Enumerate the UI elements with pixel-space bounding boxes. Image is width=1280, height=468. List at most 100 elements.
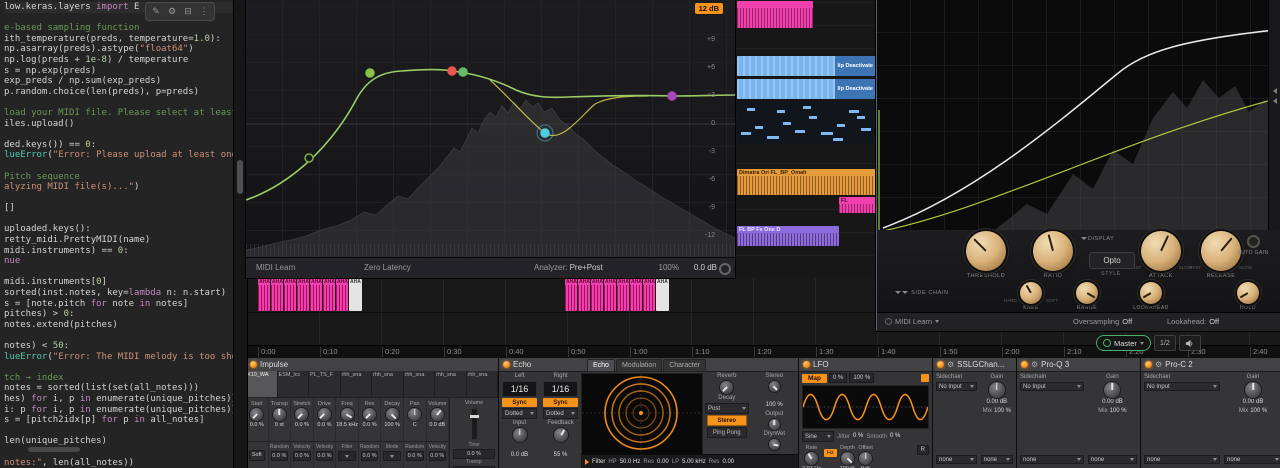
mix-value[interactable]: 100 % (1250, 408, 1267, 415)
eq-band-dot[interactable] (668, 92, 676, 100)
echo-visualization[interactable] (581, 373, 703, 455)
eq-display[interactable]: 12 dB +9+6+30-3-6-9-12 (246, 0, 735, 258)
feedback-knob[interactable] (554, 428, 568, 442)
compressor-knob-ratio[interactable]: RATIO (1031, 231, 1075, 279)
plugin-edit-icon[interactable]: ⚙ (947, 361, 954, 369)
device-title-bar[interactable]: ⚙SSLGChan... (933, 358, 1016, 372)
impulse-slot[interactable]: rhh_sna (372, 371, 404, 397)
param-slot-select[interactable]: none (1224, 455, 1280, 464)
stereo-knob[interactable] (769, 381, 780, 392)
compressor-knob-attack[interactable]: ATTACKFASTSLOW (1139, 231, 1183, 279)
knob[interactable] (1076, 282, 1098, 304)
audio-clip[interactable]: AHA (604, 279, 616, 311)
oversampling-control[interactable]: Oversampling Off (1073, 317, 1132, 326)
impulse-sub-cell[interactable]: Mode (381, 442, 404, 468)
impulse-slot[interactable]: ESM_lcc (278, 371, 310, 397)
right-sync-button[interactable]: Sync (543, 398, 578, 407)
display-section-header[interactable]: DISPLAY (1081, 236, 1114, 242)
impulse-sub-cell[interactable]: Soft (246, 442, 269, 468)
compressor-knob-hold[interactable]: HOLD (1230, 282, 1266, 311)
compressor-knob-threshold[interactable]: THRESHOLD (964, 231, 1008, 279)
audio-clip[interactable]: AHA (656, 279, 669, 311)
midi-learn-button[interactable]: MIDI Learn (885, 317, 939, 326)
map-button[interactable]: Map (802, 374, 827, 383)
device-power-icon[interactable] (503, 361, 510, 368)
eq-band-dot[interactable] (448, 67, 456, 75)
device-power-icon[interactable] (803, 361, 810, 368)
compressor-knob-knee[interactable]: KNEEHARDSOFT (1013, 282, 1049, 311)
audio-clip[interactable]: AHA (323, 279, 335, 311)
impulse-sub-cell[interactable]: Random0.0 % (269, 442, 292, 468)
device-title-bar[interactable]: Impulse (246, 358, 498, 372)
sub-select[interactable] (338, 451, 356, 461)
impulse-param-start[interactable]: Start0.0 % (246, 398, 269, 441)
impulse-sub-cell[interactable]: Velocity0.0 % (427, 442, 450, 468)
param-slot-select[interactable]: none (1020, 455, 1084, 464)
ping-pong-mode-button[interactable]: Ping Pong (707, 427, 747, 438)
impulse-slot[interactable]: X10_WA (246, 371, 278, 397)
sidechain-input-select[interactable]: No Input (1144, 382, 1220, 391)
speaker-button[interactable] (1179, 335, 1201, 351)
style-selector[interactable]: Opto (1089, 252, 1135, 269)
sidechain-input-select[interactable]: No Input (936, 382, 977, 391)
midi-learn-button[interactable]: MIDI Learn (256, 263, 296, 272)
reverb-knob[interactable] (720, 381, 733, 394)
filter-expand-icon[interactable] (585, 459, 589, 465)
rate-knob[interactable] (805, 452, 818, 465)
shape-select[interactable]: Sine (802, 431, 834, 442)
impulse-slot[interactable]: PL_TS_F (309, 371, 341, 397)
device-title-bar[interactable]: Echo Echo Modulation Character (499, 358, 798, 372)
auto-gain-control[interactable]: AUTO GAIN (1229, 235, 1277, 256)
impulse-param-pan[interactable]: PanC (404, 398, 427, 441)
audio-clip-group[interactable]: AHAAHAAHAAHAAHAAHAAHAAHA (258, 279, 362, 311)
auto-gain-icon[interactable] (1247, 235, 1260, 248)
echo-filter-bar[interactable]: Filter HP50.0 Hz Res0.00 LP5.00 kHz Res0… (581, 454, 798, 468)
eq-band-dot[interactable] (459, 68, 467, 76)
audio-clip[interactable]: AHA (310, 279, 322, 311)
left-division[interactable]: 1/16 (502, 381, 537, 397)
audio-clip[interactable]: AHA (271, 279, 283, 311)
param-slot-select[interactable]: none (981, 455, 1013, 464)
session-clip[interactable]: FL (839, 197, 876, 213)
mix-value[interactable]: 100 % (1110, 408, 1127, 415)
knob[interactable] (431, 408, 444, 421)
audio-clip[interactable]: AHA (617, 279, 629, 311)
eq-band-dot[interactable] (541, 129, 549, 137)
eq-band-dot[interactable] (305, 154, 313, 162)
session-clip[interactable] (737, 102, 876, 144)
knob[interactable] (1141, 231, 1181, 271)
impulse-param-decay[interactable]: Decay100 % (381, 398, 404, 441)
more-icon[interactable]: ⋮ (197, 5, 211, 18)
smooth-value[interactable]: 0 % (890, 433, 900, 440)
impulse-slot[interactable]: rhh_sna (467, 371, 499, 397)
edit-icon[interactable]: ✎ (149, 5, 163, 18)
knob[interactable] (966, 231, 1006, 271)
depth-knob[interactable] (841, 452, 854, 465)
gain-knob[interactable] (1104, 382, 1120, 398)
impulse-slot[interactable]: rhh_sna (435, 371, 467, 397)
impulse-param-res[interactable]: Res0.0 % (359, 398, 382, 441)
latency-status[interactable]: Zero Latency (364, 263, 411, 272)
gain-knob[interactable] (989, 382, 1005, 398)
impulse-sub-cell[interactable]: Random0.0 % (359, 442, 382, 468)
knob[interactable] (1237, 282, 1259, 304)
impulse-sub-cell[interactable]: Filter (336, 442, 359, 468)
device-title-bar[interactable]: LFO (799, 358, 932, 372)
audio-clip[interactable]: AHA (284, 279, 296, 311)
eq-band-dot[interactable] (366, 69, 374, 77)
time-value[interactable]: 0.0 % (453, 449, 495, 459)
audio-clip[interactable]: AHA (565, 279, 577, 311)
jitter-value[interactable]: 0 % (853, 433, 863, 440)
impulse-slot[interactable]: rhh_sna (404, 371, 436, 397)
sub-value[interactable]: 0.0 % (361, 451, 379, 461)
impulse-param-drive[interactable]: Drive0.0 % (314, 398, 337, 441)
analyzer-control[interactable]: Analyzer: Pre+Post (534, 263, 603, 272)
knob[interactable] (273, 408, 286, 421)
drywet-knob[interactable] (769, 439, 780, 450)
right-sync-mode-select[interactable]: Dotted (543, 408, 578, 419)
audio-clip[interactable]: AHA (630, 279, 642, 311)
impulse-param-transp[interactable]: Transp0 st (269, 398, 292, 441)
audio-clip[interactable]: AHA (591, 279, 603, 311)
impulse-param-freq[interactable]: Freq18.5 kHz (336, 398, 359, 441)
session-clip[interactable]: lip Deactivate (737, 79, 876, 99)
